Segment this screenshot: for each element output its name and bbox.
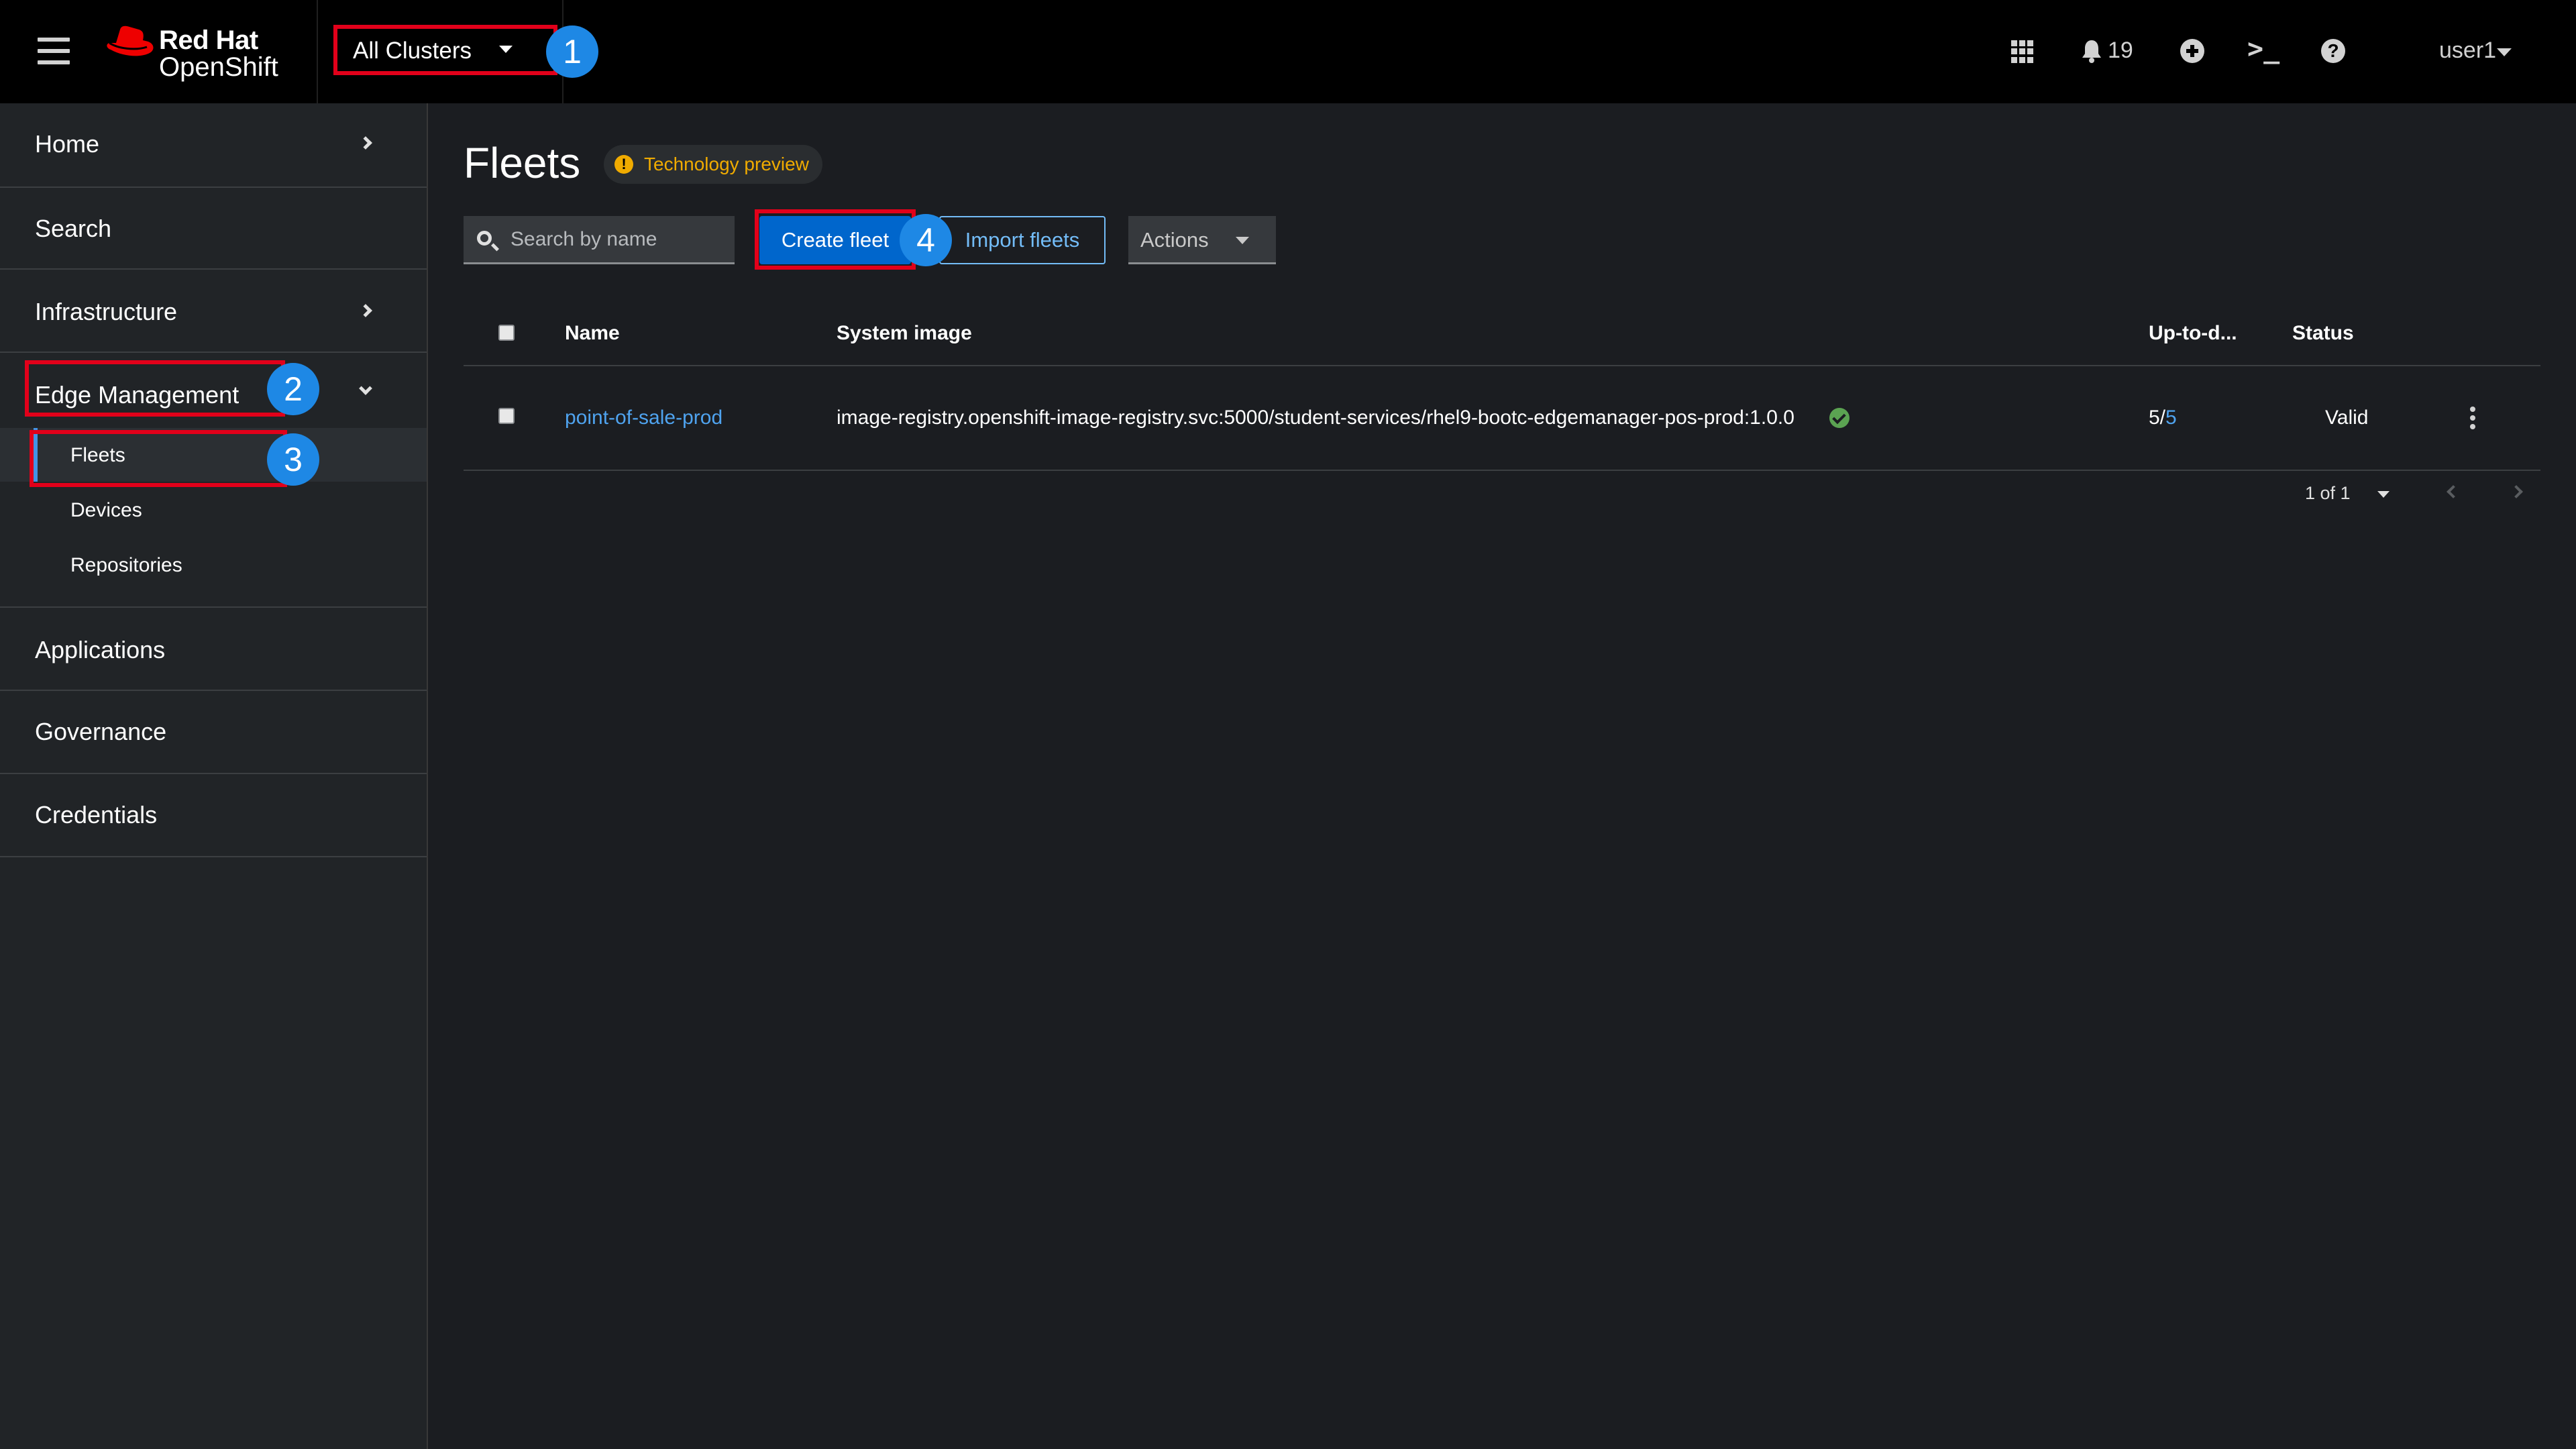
redhat-openshift-logo[interactable]: Red Hat OpenShift (104, 21, 299, 83)
check-circle-icon (1829, 408, 1849, 428)
sidebar-item-label: Home (35, 130, 100, 158)
chevron-down-icon[interactable] (359, 382, 372, 395)
app-launcher-grid-icon[interactable] (2011, 40, 2034, 63)
chevron-right-icon (359, 136, 372, 150)
sidebar-item-search[interactable]: Search (0, 188, 427, 270)
column-header-system-image[interactable]: System image (837, 322, 972, 345)
sidebar-subitem-label: Devices (70, 499, 142, 521)
highlight-create-fleet (755, 209, 916, 270)
sidebar-item-repositories[interactable]: Repositories (0, 538, 427, 592)
actions-dropdown[interactable]: Actions (1128, 216, 1276, 264)
actions-label: Actions (1140, 228, 1209, 252)
highlight-cluster-selector (333, 25, 557, 75)
sidebar-item-infrastructure[interactable]: Infrastructure (0, 270, 427, 353)
hamburger-menu-icon[interactable] (38, 38, 70, 64)
callout-badge-3: 3 (267, 433, 319, 486)
help-icon[interactable]: ? (2321, 39, 2345, 63)
column-header-up-to-date[interactable]: Up-to-d... (2149, 322, 2237, 345)
row-select-checkbox[interactable] (498, 408, 515, 424)
sidebar-item-label: Infrastructure (35, 298, 178, 325)
sidebar-item-label: Applications (35, 636, 166, 663)
sidebar-subitem-label: Repositories (70, 554, 182, 576)
up-to-date-total-link[interactable]: 5 (2165, 407, 2177, 429)
caret-down-icon (1236, 237, 1249, 244)
warning-icon: ! (614, 155, 633, 174)
page-title: Fleets (464, 139, 581, 187)
brand-name-line2: OpenShift (159, 52, 278, 82)
pagination-label[interactable]: 1 of 1 (2305, 483, 2351, 504)
select-all-checkbox[interactable] (498, 325, 515, 341)
search-box (464, 216, 735, 264)
sidebar-item-home[interactable]: Home (0, 103, 427, 188)
terminal-icon[interactable]: >_ (2247, 34, 2279, 64)
caret-down-icon[interactable] (2377, 491, 2390, 498)
column-header-status[interactable]: Status (2292, 322, 2354, 345)
highlight-edge-management (25, 360, 285, 417)
up-to-date-value: 5/5 (2149, 407, 2177, 429)
fleet-name-link[interactable]: point-of-sale-prod (565, 407, 722, 429)
callout-badge-1: 1 (546, 25, 598, 78)
redhat-fedora-icon (107, 25, 154, 56)
sidebar-item-credentials[interactable]: Credentials (0, 774, 427, 857)
chevron-right-icon (359, 304, 372, 317)
import-fleets-button[interactable]: Import fleets (939, 216, 1106, 264)
notification-count[interactable]: 19 (2108, 38, 2133, 64)
user-menu[interactable]: user1 (2439, 38, 2496, 64)
table-row: point-of-sale-prod image-registry.opensh… (464, 366, 2540, 471)
callout-badge-4: 4 (900, 214, 952, 266)
status-value: Valid (2325, 407, 2369, 429)
table-header: Name System image Up-to-d... Status (464, 302, 2540, 366)
highlight-fleets (30, 430, 287, 487)
up-to-date-count: 5/ (2149, 407, 2166, 429)
sidebar-item-label: Credentials (35, 801, 158, 828)
kebab-menu-icon[interactable] (2469, 407, 2477, 431)
technology-preview-badge: ! Technology preview (604, 145, 822, 184)
caret-down-icon[interactable] (2497, 48, 2512, 56)
search-icon (477, 231, 492, 246)
sidebar-item-devices[interactable]: Devices (0, 483, 427, 537)
column-header-name[interactable]: Name (565, 322, 620, 345)
sidebar-item-applications[interactable]: Applications (0, 609, 427, 691)
brand-name-line1: Red Hat (159, 25, 258, 55)
search-input[interactable] (511, 216, 725, 262)
add-resource-plus-icon[interactable] (2180, 39, 2204, 63)
badge-label: Technology preview (644, 154, 809, 174)
notification-bell-icon[interactable] (2081, 39, 2102, 66)
sidebar-item-label: Governance (35, 718, 167, 745)
masthead-divider (317, 0, 318, 103)
system-image-value: image-registry.openshift-image-registry.… (837, 407, 1794, 429)
sidebar-item-governance[interactable]: Governance (0, 691, 427, 774)
callout-badge-2: 2 (267, 363, 319, 415)
sidebar-nav: Home Search Infrastructure Edge Manageme… (0, 103, 428, 1449)
sidebar-item-label: Search (35, 215, 112, 242)
